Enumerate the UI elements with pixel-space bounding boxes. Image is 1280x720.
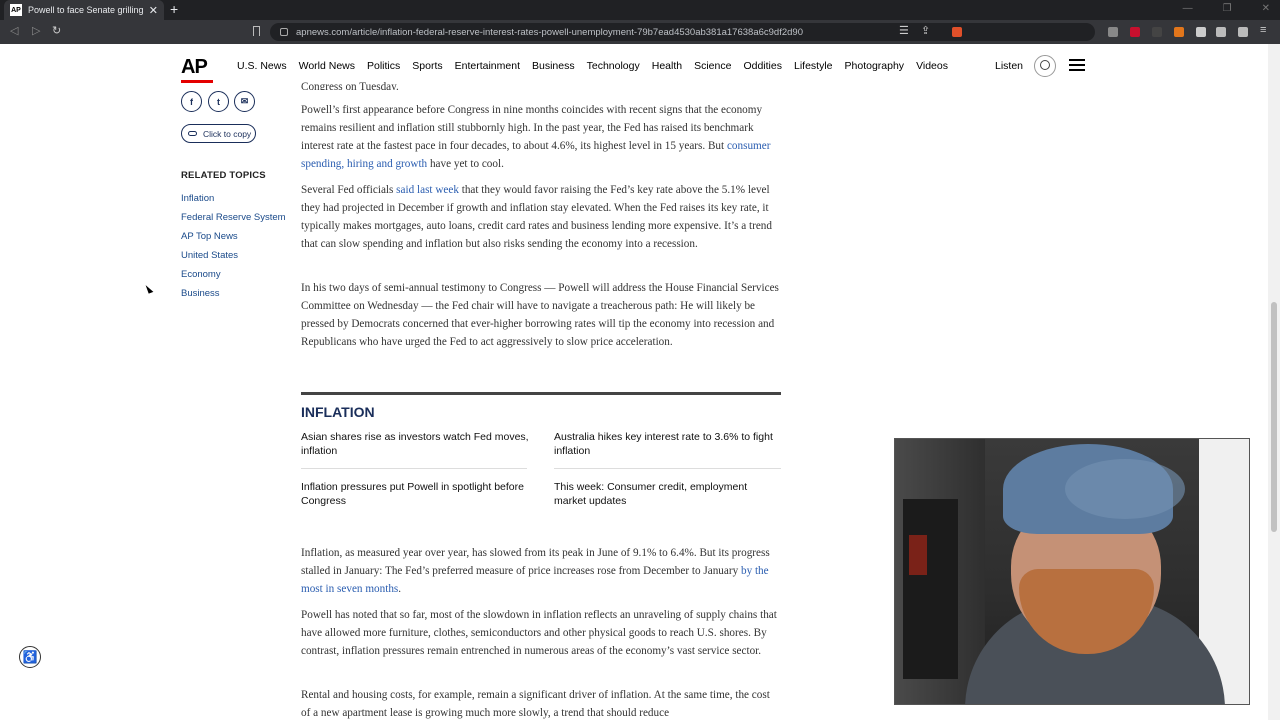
metamask-icon[interactable] bbox=[1174, 27, 1184, 37]
inflation-box-title[interactable]: INFLATION bbox=[301, 404, 375, 420]
related-topic-federal-reserve[interactable]: Federal Reserve System bbox=[181, 212, 286, 231]
related-topic-business[interactable]: Business bbox=[181, 288, 286, 307]
paragraph-text: . bbox=[398, 583, 402, 595]
nav-oddities[interactable]: Oddities bbox=[743, 60, 782, 72]
related-topic-ap-top-news[interactable]: AP Top News bbox=[181, 231, 286, 250]
brave-shield-icon[interactable] bbox=[952, 27, 962, 37]
divider bbox=[301, 468, 527, 469]
article-paragraph: Powell has noted that so far, most of th… bbox=[301, 609, 777, 657]
copy-link-label: Click to copy bbox=[203, 128, 252, 139]
mouse-cursor-icon bbox=[145, 283, 154, 294]
paragraph-text: Powell’s first appearance before Congres… bbox=[301, 104, 763, 152]
reload-icon[interactable]: ↻ bbox=[52, 24, 61, 37]
nav-entertainment[interactable]: Entertainment bbox=[455, 60, 520, 72]
sidebar-icon[interactable] bbox=[1216, 27, 1226, 37]
minimize-icon[interactable]: — bbox=[1183, 3, 1193, 14]
related-topics-heading: RELATED TOPICS bbox=[181, 170, 266, 181]
search-icon[interactable] bbox=[1034, 55, 1056, 77]
webcam-cap-highlight bbox=[1065, 459, 1185, 519]
logo-underline bbox=[181, 80, 213, 83]
nav-sports[interactable]: Sports bbox=[412, 60, 442, 72]
scrollbar-thumb[interactable] bbox=[1271, 302, 1277, 532]
window-controls: — ❐ ✕ bbox=[1183, 3, 1270, 14]
article-paragraph: Powell’s first appearance before Congres… bbox=[301, 101, 781, 173]
article-paragraph: Rental and housing costs, for example, r… bbox=[301, 689, 770, 719]
related-topic-inflation[interactable]: Inflation bbox=[181, 193, 286, 212]
facebook-icon[interactable]: f bbox=[181, 91, 202, 112]
url-text: apnews.com/article/inflation-federal-res… bbox=[296, 26, 803, 38]
twitter-icon[interactable]: t bbox=[208, 91, 229, 112]
lock-icon bbox=[280, 28, 288, 36]
address-bar[interactable]: apnews.com/article/inflation-federal-res… bbox=[270, 23, 1095, 41]
forward-icon[interactable]: ▷ bbox=[32, 24, 40, 37]
paragraph-text: have yet to cool. bbox=[427, 158, 504, 170]
extension-icon[interactable] bbox=[1108, 27, 1118, 37]
close-window-icon[interactable]: ✕ bbox=[1262, 3, 1270, 14]
browser-toolbar: ◁ ▷ ↻ apnews.com/article/inflation-feder… bbox=[0, 20, 1280, 44]
inflation-story-link[interactable]: Asian shares rise as investors watch Fed… bbox=[301, 430, 529, 458]
puzzle-icon[interactable] bbox=[1196, 27, 1206, 37]
email-icon[interactable]: ✉ bbox=[234, 91, 255, 112]
extension-icon[interactable] bbox=[1152, 27, 1162, 37]
inflation-box-rule bbox=[301, 392, 781, 395]
tab-title: Powell to face Senate grilling on bbox=[28, 5, 145, 15]
nav-videos[interactable]: Videos bbox=[916, 60, 948, 72]
related-topic-united-states[interactable]: United States bbox=[181, 250, 286, 269]
related-topics-list: Inflation Federal Reserve System AP Top … bbox=[181, 193, 286, 307]
restore-icon[interactable]: ❐ bbox=[1223, 3, 1232, 14]
close-tab-icon[interactable]: ✕ bbox=[149, 4, 158, 17]
nav-photography[interactable]: Photography bbox=[845, 60, 905, 72]
nav-health[interactable]: Health bbox=[652, 60, 682, 72]
nav-us-news[interactable]: U.S. News bbox=[237, 60, 287, 72]
nav-lifestyle[interactable]: Lifestyle bbox=[794, 60, 833, 72]
browser-tab-strip: AP Powell to face Senate grilling on ✕ +… bbox=[0, 0, 1280, 20]
nav-politics[interactable]: Politics bbox=[367, 60, 400, 72]
nav-world-news[interactable]: World News bbox=[299, 60, 355, 72]
browser-tab[interactable]: AP Powell to face Senate grilling on ✕ bbox=[4, 0, 164, 20]
nav-technology[interactable]: Technology bbox=[587, 60, 640, 72]
new-tab-icon[interactable]: + bbox=[170, 1, 178, 17]
inflation-story-link[interactable]: Australia hikes key interest rate to 3.6… bbox=[554, 430, 782, 458]
browser-menu-icon[interactable]: ≡ bbox=[1260, 24, 1266, 36]
paragraph-text: Inflation, as measured year over year, h… bbox=[301, 547, 770, 577]
listen-button[interactable]: Listen bbox=[995, 60, 1023, 72]
ap-logo[interactable]: AP bbox=[181, 56, 208, 79]
ap-favicon-icon: AP bbox=[10, 4, 22, 16]
nav-business[interactable]: Business bbox=[532, 60, 575, 72]
main-nav: U.S. News World News Politics Sports Ent… bbox=[237, 60, 960, 72]
webcam-overlay bbox=[894, 438, 1250, 705]
inflation-story-link[interactable]: Inflation pressures put Powell in spotli… bbox=[301, 480, 529, 508]
webcam-lamp bbox=[903, 499, 958, 679]
nav-science[interactable]: Science bbox=[694, 60, 731, 72]
bookmark-icon[interactable] bbox=[253, 26, 260, 36]
divider bbox=[554, 468, 781, 469]
share-icon[interactable]: ⇪ bbox=[921, 24, 930, 37]
said-last-week-link[interactable]: said last week bbox=[396, 184, 459, 196]
page-scrollbar[interactable] bbox=[1268, 44, 1280, 720]
article-paragraph: Several Fed officials said last week tha… bbox=[301, 181, 781, 253]
copy-link-button[interactable]: Click to copy bbox=[181, 124, 256, 143]
hamburger-menu-icon[interactable] bbox=[1069, 59, 1085, 71]
related-topic-economy[interactable]: Economy bbox=[181, 269, 286, 288]
adblock-icon[interactable] bbox=[1130, 27, 1140, 37]
link-icon bbox=[188, 131, 197, 136]
webcam-red-object bbox=[909, 535, 927, 575]
wallet-icon[interactable] bbox=[1238, 27, 1248, 37]
reader-mode-icon[interactable]: ☰ bbox=[899, 24, 909, 37]
paragraph-text: Several Fed officials bbox=[301, 184, 397, 196]
article-paragraph: In his two days of semi-annual testimony… bbox=[301, 282, 779, 348]
accessibility-icon[interactable]: ♿ bbox=[19, 646, 41, 668]
article-cut-line: Congress on Tuesday. bbox=[301, 81, 399, 90]
back-icon[interactable]: ◁ bbox=[10, 24, 18, 37]
article-paragraph: Inflation, as measured year over year, h… bbox=[301, 544, 781, 598]
inflation-story-link[interactable]: This week: Consumer credit, employment m… bbox=[554, 480, 782, 508]
